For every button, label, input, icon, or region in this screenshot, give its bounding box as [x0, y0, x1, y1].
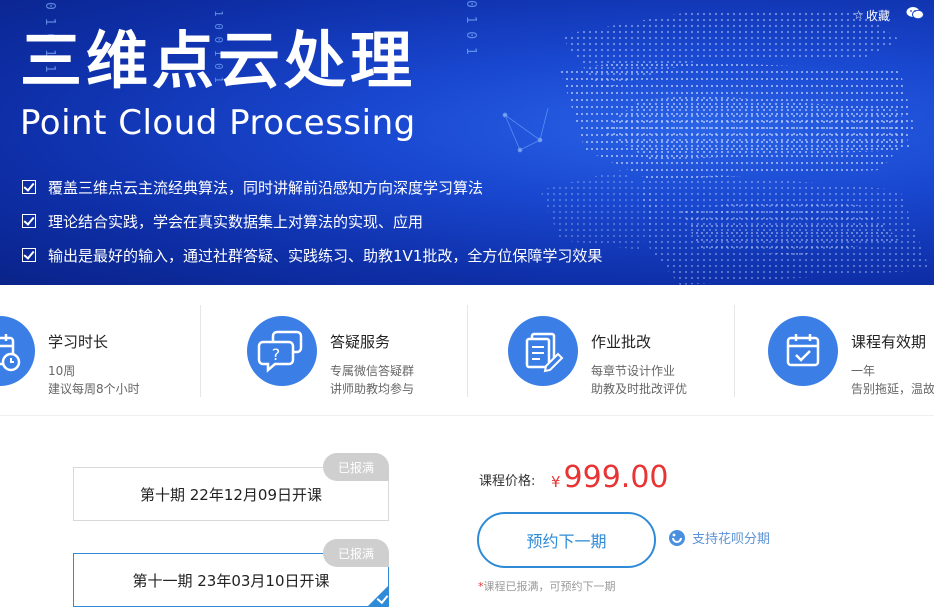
price-value: ¥999.00 [551, 460, 669, 495]
banner-topbar: ☆ 收藏 [853, 6, 924, 24]
course-banner: 0 1 0 1 1 0 1 0 1 1 0 0 1 0 1 三维点云处理 Poi… [0, 0, 934, 285]
reserve-next-button[interactable]: 预约下一期 [477, 512, 656, 568]
huabei-label: 支持花呗分期 [692, 532, 771, 547]
info-desc: 10周 [48, 364, 76, 378]
info-desc: 专属微信答疑群 [330, 364, 415, 378]
feature-item: 输出是最好的输入，通过社群答疑、实践练习、助教1V1批改，全方位保障学习效果 [22, 238, 602, 272]
course-info-strip: 学习时长 10周 建议每周8个小时 ? 答疑服务 专属微信答疑群 讲师助教均参与 [0, 285, 934, 416]
info-title: 学习时长 [48, 333, 109, 351]
divider [734, 305, 735, 397]
divider [200, 305, 201, 397]
full-notice: *课程已报满，可预约下一期 [478, 578, 616, 594]
huabei-icon [669, 529, 685, 546]
banner-subtitle: Point Cloud Processing [20, 103, 416, 143]
full-badge: 已报满 [323, 539, 389, 567]
session-label: 第十期 22年12月09日开课 [139, 485, 323, 504]
wechat-icon [906, 7, 924, 20]
qa-chat-icon: ? [247, 316, 317, 386]
session-option-10[interactable]: 第十期 22年12月09日开课 已报满 [73, 453, 389, 521]
favorite-button[interactable]: ☆ 收藏 [853, 7, 890, 24]
feature-list: 覆盖三维点云主流经典算法，同时讲解前沿感知方向深度学习算法 理论结合实践，学会在… [22, 170, 602, 272]
info-title: 课程有效期 [851, 333, 927, 351]
session-label: 第十一期 23年03月10日开课 [132, 571, 330, 590]
homework-edit-icon [508, 316, 578, 386]
info-title: 答疑服务 [330, 333, 391, 351]
info-desc: 助教及时批改评优 [591, 382, 688, 396]
divider [467, 305, 468, 397]
notice-text: 课程已报满，可预约下一期 [483, 580, 616, 593]
feature-text: 理论结合实践，学会在真实数据集上对算法的实现、应用 [48, 212, 424, 231]
wechat-share-button[interactable] [906, 6, 924, 24]
price-amount: 999.00 [563, 460, 669, 495]
info-desc: 每章节设计作业 [591, 364, 676, 378]
calendar-clock-icon [0, 316, 35, 386]
checkbox-icon [22, 248, 36, 262]
currency-symbol: ¥ [551, 473, 561, 491]
feature-text: 输出是最好的输入，通过社群答疑、实践练习、助教1V1批改，全方位保障学习效果 [48, 246, 603, 265]
session-option-11[interactable]: 第十一期 23年03月10日开课 已报满 [73, 539, 389, 607]
info-desc: 一年 [851, 364, 876, 378]
info-desc: 建议每周8个小时 [48, 382, 140, 396]
info-title: 作业批改 [591, 333, 652, 351]
full-badge: 已报满 [323, 453, 389, 481]
feature-text: 覆盖三维点云主流经典算法，同时讲解前沿感知方向深度学习算法 [48, 178, 484, 197]
calendar-check-icon [768, 316, 838, 386]
favorite-label: 收藏 [865, 8, 890, 23]
info-desc: 讲师助教均参与 [330, 382, 415, 396]
checkbox-icon [22, 180, 36, 194]
svg-text:?: ? [272, 345, 281, 364]
star-icon: ☆ [853, 8, 864, 22]
price-label: 课程价格: [479, 474, 536, 489]
checkbox-icon [22, 214, 36, 228]
feature-item: 覆盖三维点云主流经典算法，同时讲解前沿感知方向深度学习算法 [22, 170, 602, 204]
huabei-installment-link[interactable]: 支持花呗分期 [668, 528, 770, 547]
info-desc: 告别拖延，温故知新 [851, 382, 934, 396]
binary-decoration: 0 1 0 1 [463, 0, 478, 55]
banner-title: 三维点云处理 [20, 24, 417, 97]
feature-item: 理论结合实践，学会在真实数据集上对算法的实现、应用 [22, 204, 602, 238]
